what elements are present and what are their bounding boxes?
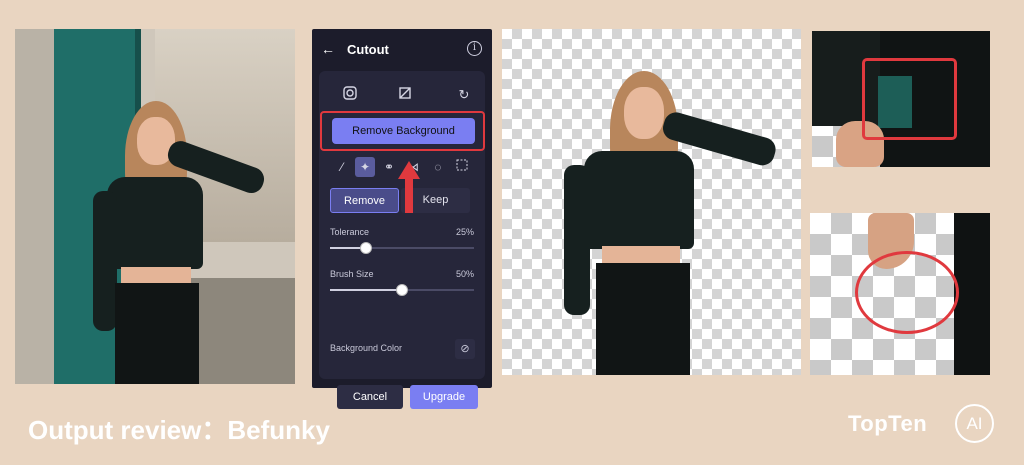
brush-size-label: Brush Size [330,269,374,279]
cutout-panel: ← Cutout i ↻ Remove Background ⁄ ✦ ⚭ ⋈ ◌… [312,29,492,409]
tolerance-label: Tolerance [330,227,370,237]
tolerance-value: 25% [455,227,474,237]
cutout-result [502,29,801,375]
background-color-label: Background Color [330,343,403,353]
original-photo [15,29,295,384]
ellipse-select-icon[interactable]: ◌ [428,157,448,177]
brush-size-knob[interactable] [396,284,408,296]
brush-size-fill [330,289,402,291]
logo-text: TopTen [848,411,928,436]
no-color-icon[interactable]: ⊘ [455,339,475,359]
logo-badge: AI [955,404,994,443]
magic-wand-icon[interactable]: ✦ [355,157,375,177]
red-arrow-shaft [405,177,413,213]
refresh-icon[interactable]: ↻ [455,86,473,104]
brush-size-slider[interactable] [330,284,474,296]
upgrade-button[interactable]: Upgrade [410,385,478,409]
panel-header: ← Cutout i [312,29,492,69]
brush-icon[interactable]: ⁄ [332,157,352,177]
remove-background-highlight [320,111,485,151]
rect-select-icon[interactable] [452,157,472,177]
lasso-icon[interactable]: ⚭ [379,157,399,177]
cutout-woman-figure [562,71,792,375]
instagram-icon[interactable] [341,86,359,104]
cancel-button[interactable]: Cancel [337,385,403,409]
tolerance-slider[interactable] [330,242,474,254]
brush-size-value: 50% [455,269,474,279]
mode-remove-button[interactable]: Remove [330,188,399,213]
tolerance-knob[interactable] [360,242,372,254]
back-arrow-icon[interactable]: ← [320,41,336,57]
bag-highlight [862,58,957,140]
hand-highlight [855,251,959,334]
crop-icon[interactable] [396,86,414,104]
woman-figure [85,99,285,384]
caption: Output review：Befunky [28,415,330,445]
info-icon[interactable]: i [467,41,482,56]
panel-title: Cutout [347,42,389,57]
